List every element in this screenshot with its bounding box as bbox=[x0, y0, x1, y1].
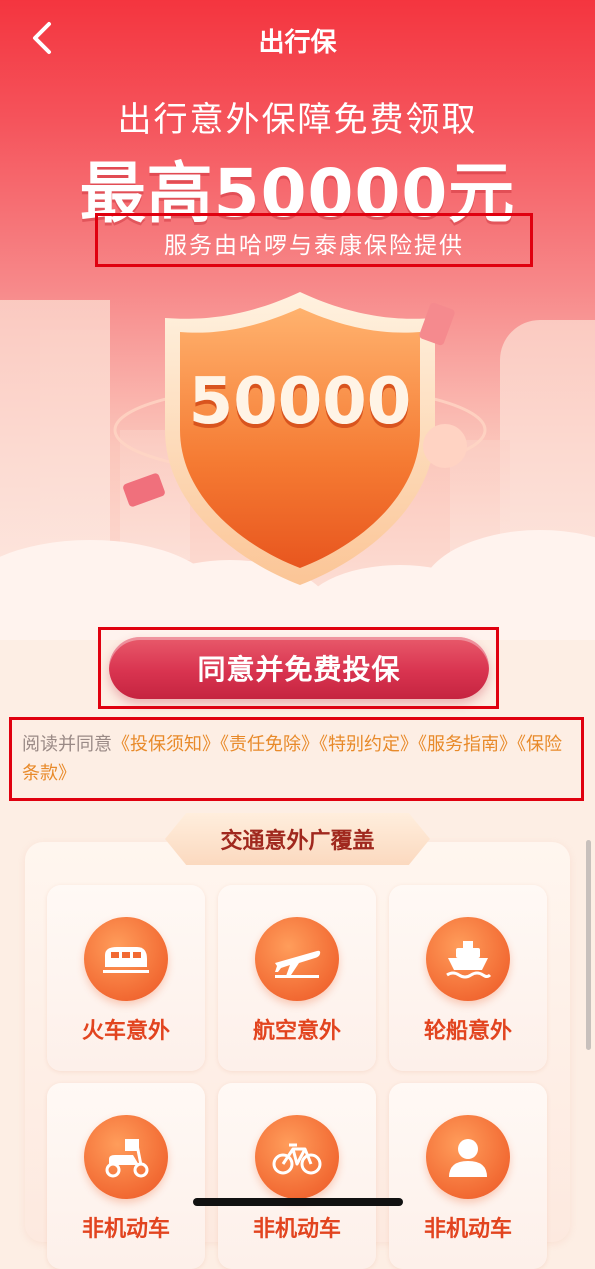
provider-text: 服务由哈啰与泰康保险提供 bbox=[164, 233, 464, 259]
doc-link-guide[interactable]: 《服务指南》 bbox=[418, 734, 517, 755]
person-icon bbox=[426, 1115, 510, 1199]
top-bar: 出行保 bbox=[0, 0, 595, 80]
doc-link-notice[interactable]: 《投保须知》 bbox=[112, 734, 220, 755]
home-indicator[interactable] bbox=[193, 1198, 403, 1206]
page-title: 出行保 bbox=[258, 28, 337, 58]
hero-banner: 出行保 出行意外保障免费领取 最高50000元 服务由哈啰与泰康保险提供 500… bbox=[0, 0, 595, 640]
coverage-item-train[interactable]: 火车意外 bbox=[47, 885, 205, 1071]
provider-highlight-box: 服务由哈啰与泰康保险提供 bbox=[95, 213, 533, 267]
agree-insure-button[interactable]: 同意并免费投保 bbox=[109, 637, 489, 699]
hero-headline: 出行意外保障免费领取 bbox=[117, 100, 478, 140]
agreement-prefix: 阅读并同意 bbox=[22, 734, 112, 755]
agreement-highlight-box: 阅读并同意《投保须知》《责任免除》《特别约定》《服务指南》《保险条款》 bbox=[9, 717, 584, 801]
coverage-item-scooter[interactable]: 非机动车 bbox=[47, 1083, 205, 1269]
coverage-item-label: 轮船意外 bbox=[423, 1019, 512, 1044]
airplane-icon bbox=[255, 917, 339, 1001]
bicycle-icon bbox=[255, 1115, 339, 1199]
doc-link-exclusion[interactable]: 《责任免除》 bbox=[220, 734, 319, 755]
coverage-item-bicycle[interactable]: 非机动车 bbox=[218, 1083, 376, 1269]
doc-link-special[interactable]: 《特别约定》 bbox=[319, 734, 418, 755]
coverage-item-label: 非机动车 bbox=[252, 1217, 341, 1242]
ship-icon bbox=[426, 917, 510, 1001]
coverage-item-ship[interactable]: 轮船意外 bbox=[389, 885, 547, 1071]
coverage-item-label: 火车意外 bbox=[81, 1019, 170, 1044]
scooter-icon bbox=[84, 1115, 168, 1199]
agreement-text: 阅读并同意《投保须知》《责任免除》《特别约定》《服务指南》《保险条款》 bbox=[22, 730, 577, 788]
coverage-item-label: 航空意外 bbox=[252, 1019, 341, 1044]
coverage-item-flight[interactable]: 航空意外 bbox=[218, 885, 376, 1071]
coverage-title: 交通意外广覆盖 bbox=[220, 829, 375, 854]
train-icon bbox=[84, 917, 168, 1001]
coverage-item-label: 非机动车 bbox=[81, 1217, 170, 1242]
cta-highlight-box: 同意并免费投保 bbox=[98, 627, 499, 709]
coverage-item-label: 非机动车 bbox=[423, 1217, 512, 1242]
shield-value: 50000 bbox=[188, 365, 412, 439]
scrollbar[interactable] bbox=[586, 840, 591, 1050]
coverage-item-pedestrian[interactable]: 非机动车 bbox=[389, 1083, 547, 1269]
